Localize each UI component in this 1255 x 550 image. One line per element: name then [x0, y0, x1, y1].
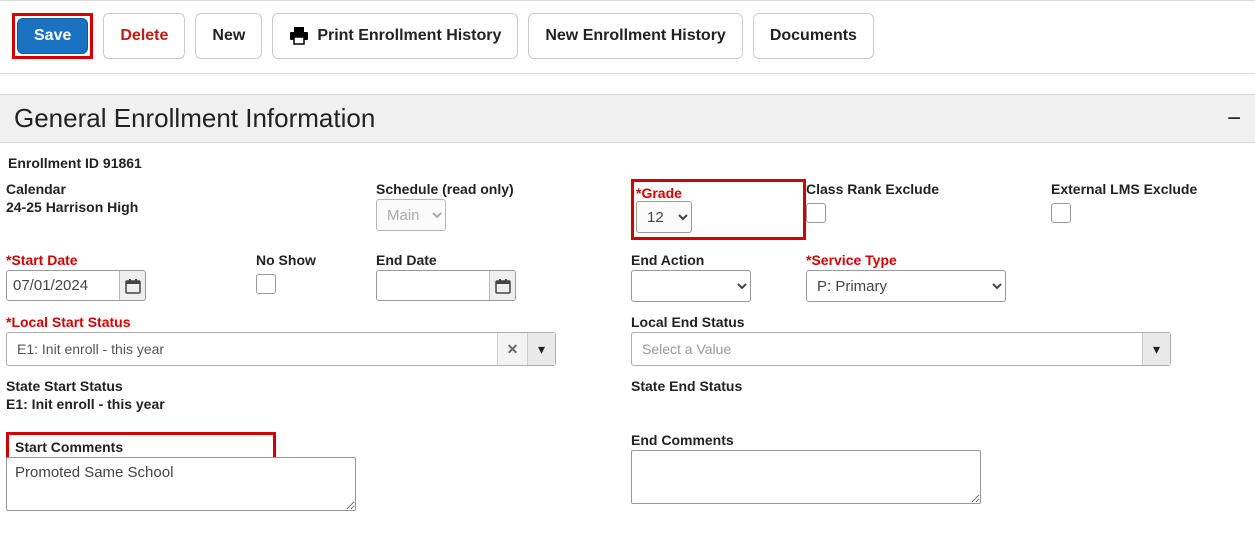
local-end-status-caret[interactable]: ▾: [1142, 333, 1170, 365]
start-comments-textarea[interactable]: [6, 457, 356, 511]
local-end-status-combo[interactable]: Select a Value ▾: [631, 332, 1171, 366]
grade-highlight: *Grade 12: [631, 179, 806, 240]
start-date-field: [6, 270, 146, 301]
print-button-label: Print Enrollment History: [317, 27, 501, 45]
collapse-icon[interactable]: −: [1227, 107, 1241, 131]
delete-button[interactable]: Delete: [103, 13, 185, 59]
no-show-checkbox[interactable]: [256, 274, 276, 294]
local-start-status-label: *Local Start Status: [6, 314, 631, 330]
toolbar: Save Delete New Print Enrollment History…: [0, 0, 1255, 74]
end-comments-textarea[interactable]: [631, 450, 981, 504]
enrollment-id-label: Enrollment ID: [8, 155, 99, 171]
local-start-status-value: E1: Init enroll - this year: [7, 333, 497, 365]
grade-select[interactable]: 12: [636, 201, 692, 233]
local-start-status-combo[interactable]: E1: Init enroll - this year ✕ ▾: [6, 332, 556, 366]
state-start-status-value: E1: Init enroll - this year: [6, 396, 631, 412]
end-date-label: End Date: [376, 252, 631, 268]
end-date-field: [376, 270, 516, 301]
new-enrollment-history-button[interactable]: New Enrollment History: [528, 13, 742, 59]
enrollment-id: Enrollment ID 91861: [8, 155, 1249, 171]
print-enrollment-history-button[interactable]: Print Enrollment History: [272, 13, 518, 59]
chevron-down-icon: ▾: [538, 341, 545, 358]
new-button[interactable]: New: [195, 13, 262, 59]
chevron-down-icon: ▾: [1153, 341, 1160, 358]
local-start-status-caret[interactable]: ▾: [527, 333, 555, 365]
start-comments-highlight: Start Comments: [6, 432, 276, 460]
start-date-input[interactable]: [7, 271, 119, 300]
local-start-status-clear[interactable]: ✕: [497, 333, 527, 365]
enrollment-id-value: 91861: [103, 155, 142, 171]
end-date-input[interactable]: [377, 271, 489, 300]
calendar-value: 24-25 Harrison High: [6, 199, 376, 215]
end-action-select[interactable]: [631, 270, 751, 302]
close-icon: ✕: [507, 341, 519, 358]
external-lms-exclude-label: External LMS Exclude: [1051, 181, 1249, 197]
section-header: General Enrollment Information −: [0, 94, 1255, 143]
no-show-label: No Show: [256, 252, 376, 268]
schedule-select: Main: [376, 199, 446, 231]
service-type-label: *Service Type: [806, 252, 1249, 268]
start-date-picker-button[interactable]: [119, 271, 145, 300]
end-action-label: End Action: [631, 252, 806, 268]
calendar-icon: [125, 278, 141, 294]
start-comments-label: Start Comments: [15, 439, 123, 455]
end-date-picker-button[interactable]: [489, 271, 515, 300]
printer-icon: [289, 27, 309, 45]
local-end-status-label: Local End Status: [631, 314, 1211, 330]
schedule-label: Schedule (read only): [376, 181, 631, 197]
local-end-status-placeholder: Select a Value: [632, 333, 1142, 365]
start-date-label: *Start Date: [6, 252, 256, 268]
calendar-icon: [495, 278, 511, 294]
state-end-status-label: State End Status: [631, 378, 1211, 394]
class-rank-exclude-label: Class Rank Exclude: [806, 181, 1051, 197]
end-comments-label: End Comments: [631, 432, 1211, 448]
section-content: Enrollment ID 91861 Calendar 24-25 Harri…: [0, 143, 1255, 535]
save-button[interactable]: Save: [17, 18, 88, 54]
class-rank-exclude-checkbox[interactable]: [806, 203, 826, 223]
section-title: General Enrollment Information: [14, 103, 375, 134]
grade-label: *Grade: [636, 185, 682, 201]
service-type-select[interactable]: P: Primary: [806, 270, 1006, 302]
external-lms-exclude-checkbox[interactable]: [1051, 203, 1071, 223]
save-highlight: Save: [12, 13, 93, 59]
state-start-status-label: State Start Status: [6, 378, 631, 394]
calendar-label: Calendar: [6, 181, 376, 197]
documents-button[interactable]: Documents: [753, 13, 874, 59]
